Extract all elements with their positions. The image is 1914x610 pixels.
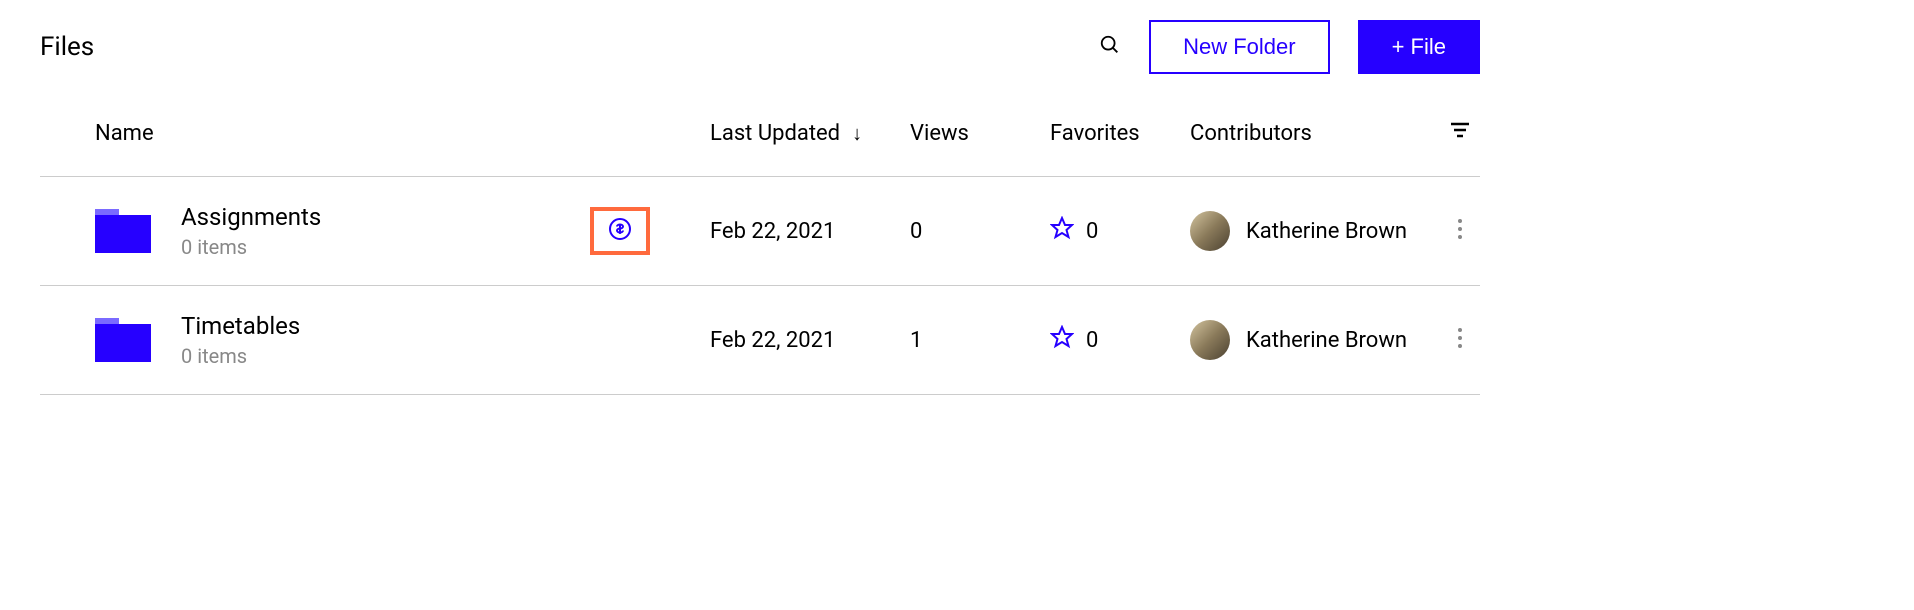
avatar — [1190, 320, 1230, 360]
folder-icon — [95, 209, 151, 253]
page-header: Files New Folder + File — [40, 20, 1480, 104]
updated-value: Feb 22, 2021 — [710, 219, 910, 244]
star-icon — [1050, 216, 1074, 246]
header-actions: New Folder + File — [1099, 20, 1480, 74]
contributor-cell: Katherine Brown — [1190, 211, 1440, 251]
updated-value: Feb 22, 2021 — [710, 328, 910, 353]
views-value: 0 — [910, 219, 1050, 244]
price-badge[interactable] — [590, 207, 650, 255]
folder-icon — [95, 318, 151, 362]
add-file-button[interactable]: + File — [1358, 20, 1480, 74]
page-title: Files — [40, 32, 94, 62]
col-header-updated[interactable]: Last Updated ↓ — [710, 121, 910, 146]
favorites-value: 0 — [1086, 219, 1098, 244]
folder-name: Assignments — [181, 203, 321, 231]
contributor-cell: Katherine Brown — [1190, 320, 1440, 360]
col-header-contributors[interactable]: Contributors — [1190, 121, 1440, 146]
col-header-name[interactable]: Name — [95, 121, 710, 146]
row-menu-button[interactable] — [1440, 326, 1480, 354]
search-icon[interactable] — [1099, 34, 1121, 60]
item-count: 0 items — [181, 344, 300, 368]
item-count: 0 items — [181, 235, 321, 259]
row-menu-button[interactable] — [1440, 217, 1480, 245]
new-folder-button[interactable]: New Folder — [1149, 20, 1329, 74]
table-row[interactable]: Assignments 0 items Feb 22, 2021 0 0 Kat… — [40, 177, 1480, 286]
col-header-views[interactable]: Views — [910, 121, 1050, 146]
contributor-name: Katherine Brown — [1246, 219, 1407, 244]
col-header-favorites[interactable]: Favorites — [1050, 121, 1190, 146]
table-header: Name Last Updated ↓ Views Favorites Cont… — [40, 104, 1480, 177]
avatar — [1190, 211, 1230, 251]
table-row[interactable]: Timetables 0 items Feb 22, 2021 1 0 Kath… — [40, 286, 1480, 395]
contributor-name: Katherine Brown — [1246, 328, 1407, 353]
star-icon — [1050, 325, 1074, 355]
favorites-cell[interactable]: 0 — [1050, 216, 1190, 246]
sort-down-icon: ↓ — [852, 121, 862, 146]
favorites-value: 0 — [1086, 328, 1098, 353]
more-vertical-icon — [1457, 326, 1463, 354]
filter-icon — [1448, 118, 1472, 148]
more-vertical-icon — [1457, 217, 1463, 245]
filter-button[interactable] — [1440, 118, 1480, 148]
views-value: 1 — [910, 328, 1050, 353]
favorites-cell[interactable]: 0 — [1050, 325, 1190, 355]
dollar-icon — [608, 217, 632, 245]
col-updated-label: Last Updated — [710, 121, 840, 146]
folder-name: Timetables — [181, 312, 300, 340]
